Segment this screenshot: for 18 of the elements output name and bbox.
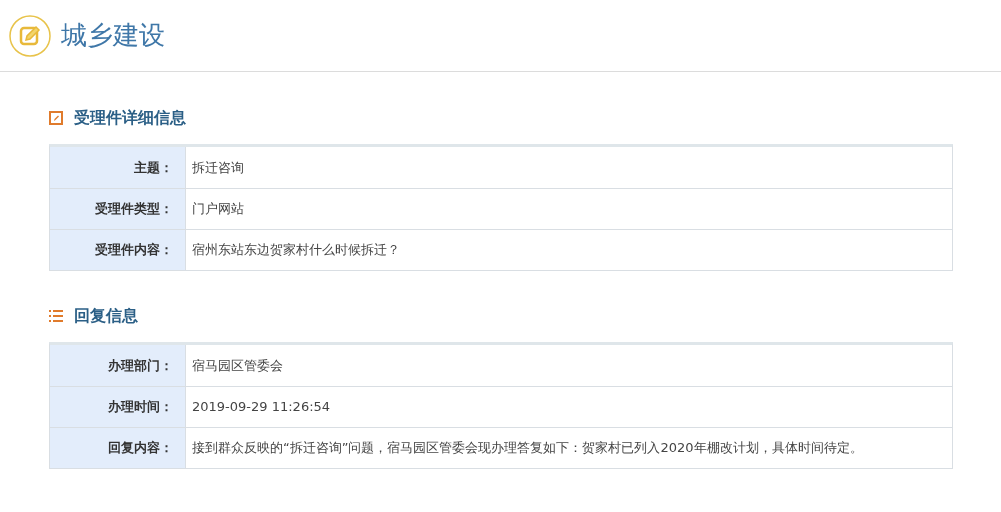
field-value: 门户网站 bbox=[191, 200, 245, 219]
field-value: 宿州东站东边贺家村什么时候拆迁？ bbox=[191, 241, 401, 260]
section-title: 受理件详细信息 bbox=[74, 107, 186, 129]
list-icon bbox=[49, 310, 63, 322]
page-title: 城乡建设 bbox=[61, 19, 165, 52]
edit-icon bbox=[9, 14, 51, 57]
field-value: 接到群众反映的“拆迁咨询”问题，宿马园区管委会现办理答复如下：贺家村已列入2020年棚改计划，具体时间待定。 bbox=[191, 439, 864, 458]
field-label: 受理件类型： bbox=[50, 189, 186, 229]
edit-icon bbox=[49, 111, 63, 125]
field-label: 办理部门： bbox=[50, 345, 186, 386]
section-title: 回复信息 bbox=[74, 305, 138, 327]
field-label: 主题： bbox=[50, 147, 186, 188]
field-value: 2019-09-29 11:26:54 bbox=[191, 398, 332, 417]
field-label: 回复内容： bbox=[50, 428, 186, 468]
field-value: 宿马园区管委会 bbox=[191, 356, 284, 375]
field-label: 受理件内容： bbox=[50, 230, 186, 270]
field-value: 拆迁咨询 bbox=[191, 158, 245, 177]
field-label: 办理时间： bbox=[50, 387, 186, 427]
